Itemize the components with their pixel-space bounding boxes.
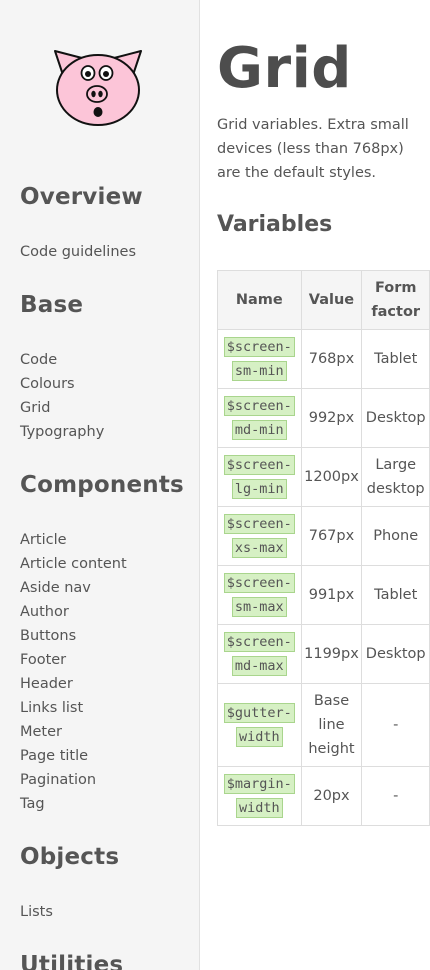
header-name: Name <box>217 270 302 330</box>
nav-item-aside-nav[interactable]: Aside nav <box>20 576 127 600</box>
variable-code: $screen-md-max <box>223 632 295 676</box>
cell-form-factor: Desktop <box>361 388 430 448</box>
nav-item-code[interactable]: Code <box>20 348 104 372</box>
cell-value: 768px <box>300 329 363 389</box>
variable-code: $gutter-width <box>223 703 295 747</box>
table-header-row: Name Value Form factor <box>217 270 430 330</box>
cell-value: 991px <box>300 565 363 625</box>
cell-name: $screen-sm-min <box>217 329 302 389</box>
variables-table: Name Value Form factor $screen-sm-min 76… <box>217 270 430 826</box>
nav-item-article[interactable]: Article <box>20 528 127 552</box>
sidebar: Overview Code guidelines Base Code Colou… <box>0 0 200 970</box>
cell-name: $screen-lg-min <box>217 447 302 507</box>
table-row: $screen-sm-min 768px Tablet <box>217 329 430 389</box>
nav-item-lists[interactable]: Lists <box>20 900 53 924</box>
nav-heading-base: Base <box>20 292 84 318</box>
table-row: $screen-lg-min 1200px Large desktop <box>217 447 430 507</box>
cell-value: 20px <box>300 766 363 826</box>
variable-code: $screen-xs-max <box>223 514 295 558</box>
nav-item-typography[interactable]: Typography <box>20 420 104 444</box>
cell-name: $screen-md-min <box>217 388 302 448</box>
variable-code: $screen-sm-max <box>223 573 295 617</box>
table-row: $screen-md-min 992px Desktop <box>217 388 430 448</box>
variable-code: $screen-lg-min <box>223 455 295 499</box>
nav-item-header[interactable]: Header <box>20 672 127 696</box>
nav-item-grid[interactable]: Grid <box>20 396 104 420</box>
cell-form-factor: Phone <box>361 506 430 566</box>
cell-name: $gutter-width <box>217 683 302 767</box>
nav-item-buttons[interactable]: Buttons <box>20 624 127 648</box>
nav-item-tag[interactable]: Tag <box>20 792 127 816</box>
cell-form-factor: Tablet <box>361 565 430 625</box>
nav-item-author[interactable]: Author <box>20 600 127 624</box>
variable-code: $margin-width <box>223 774 295 818</box>
intro-text: Grid variables. Extra small devices (les… <box>217 117 409 181</box>
nav-item-footer[interactable]: Footer <box>20 648 127 672</box>
table-row: $gutter-width Base line height - <box>217 683 430 767</box>
cell-form-factor: Large desktop <box>361 447 430 507</box>
nav-heading-overview: Overview <box>20 184 143 210</box>
cell-form-factor: Tablet <box>361 329 430 389</box>
cell-value: 767px <box>300 506 363 566</box>
page: Overview Code guidelines Base Code Colou… <box>0 0 430 970</box>
nav-item-colours[interactable]: Colours <box>20 372 104 396</box>
nav-list-objects: Lists <box>20 900 53 924</box>
cell-name: $screen-xs-max <box>217 506 302 566</box>
cell-name: $screen-sm-max <box>217 565 302 625</box>
page-title: Grid <box>217 36 352 101</box>
nav-heading-objects: Objects <box>20 844 120 870</box>
table-row: $screen-xs-max 767px Phone <box>217 506 430 566</box>
table-row: $screen-md-max 1199px Desktop <box>217 624 430 684</box>
nav-heading-utilities: Utilities <box>20 952 124 970</box>
nav-item-meter[interactable]: Meter <box>20 720 127 744</box>
nav-list-overview: Code guidelines <box>20 240 136 264</box>
table-row: $margin-width 20px - <box>217 766 430 826</box>
cell-name: $screen-md-max <box>217 624 302 684</box>
table-row: $screen-sm-max 991px Tablet <box>217 565 430 625</box>
nav-item-article-content[interactable]: Article content <box>20 552 127 576</box>
nav-heading-components: Components <box>20 472 184 498</box>
cell-form-factor: - <box>361 683 430 767</box>
main-content: Grid Grid variables. Extra small devices… <box>217 0 430 970</box>
nav-item-page-title[interactable]: Page title <box>20 744 127 768</box>
section-title-variables: Variables <box>217 212 333 237</box>
cell-value: 992px <box>300 388 363 448</box>
header-form-factor: Form factor <box>361 270 430 330</box>
variable-code: $screen-sm-min <box>223 337 295 381</box>
nav-item-code-guidelines[interactable]: Code guidelines <box>20 240 136 264</box>
cell-value: 1200px <box>300 447 363 507</box>
cell-value: Base line height <box>300 683 363 767</box>
pig-face-icon[interactable] <box>52 48 144 128</box>
nav-item-pagination[interactable]: Pagination <box>20 768 127 792</box>
cell-form-factor: - <box>361 766 430 826</box>
variable-code: $screen-md-min <box>223 396 295 440</box>
header-value: Value <box>300 270 363 330</box>
nav-item-links-list[interactable]: Links list <box>20 696 127 720</box>
cell-name: $margin-width <box>217 766 302 826</box>
nav-list-components: Article Article content Aside nav Author… <box>20 528 127 816</box>
cell-form-factor: Desktop <box>361 624 430 684</box>
cell-value: 1199px <box>300 624 363 684</box>
nav-list-base: Code Colours Grid Typography <box>20 348 104 444</box>
